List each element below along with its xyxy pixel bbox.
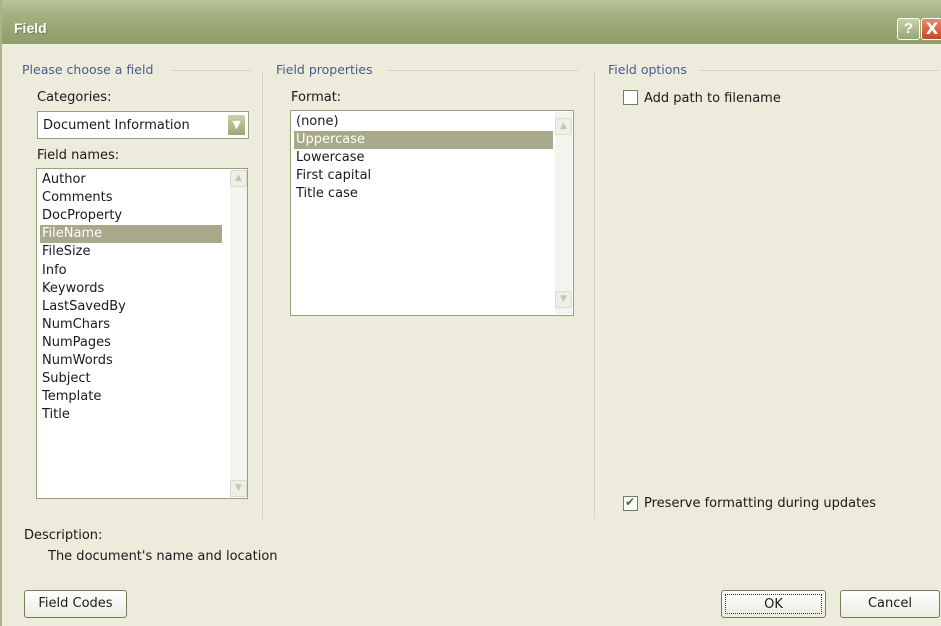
list-item[interactable]: Author bbox=[40, 171, 222, 189]
scrollbar[interactable]: ▲ ▼ bbox=[230, 170, 247, 497]
scroll-up-icon[interactable]: ▲ bbox=[555, 118, 572, 135]
list-item[interactable]: Title case bbox=[294, 185, 553, 203]
field-dialog: Field ? X Please choose a field Categori… bbox=[0, 0, 941, 626]
scroll-up-icon[interactable]: ▲ bbox=[230, 170, 247, 187]
list-item[interactable]: Keywords bbox=[40, 280, 222, 298]
scroll-down-icon[interactable]: ▼ bbox=[555, 291, 572, 308]
list-item[interactable]: LastSavedBy bbox=[40, 298, 222, 316]
list-item[interactable]: FileSize bbox=[40, 243, 222, 261]
field-codes-button[interactable]: Field Codes bbox=[24, 590, 127, 618]
field-options-group-title: Field options bbox=[608, 62, 687, 77]
cancel-button[interactable]: Cancel bbox=[840, 590, 940, 618]
field-names-label: Field names: bbox=[37, 148, 120, 163]
format-label: Format: bbox=[291, 90, 342, 105]
field-properties-group-title: Field properties bbox=[276, 62, 373, 77]
list-item[interactable]: (none) bbox=[294, 113, 553, 131]
format-list[interactable]: ▲ ▼ (none) Uppercase Lowercase First capita… bbox=[290, 110, 574, 316]
list-item[interactable]: FileName bbox=[40, 225, 222, 244]
list-item[interactable]: NumChars bbox=[40, 316, 222, 334]
list-item[interactable]: Info bbox=[40, 262, 222, 280]
list-item[interactable]: First capital bbox=[294, 167, 553, 185]
scrollbar[interactable]: ▲ ▼ bbox=[555, 112, 572, 314]
list-item[interactable]: Title bbox=[40, 406, 222, 424]
list-item[interactable]: Comments bbox=[40, 189, 222, 207]
group-separator bbox=[262, 72, 263, 519]
group-separator bbox=[594, 72, 595, 519]
list-item[interactable]: Lowercase bbox=[294, 149, 553, 167]
list-item[interactable]: NumWords bbox=[40, 352, 222, 370]
group-divider bbox=[700, 70, 938, 71]
description-label: Description: bbox=[24, 528, 103, 543]
list-item[interactable]: Subject bbox=[40, 370, 222, 388]
title-bar[interactable]: Field ? X bbox=[2, 0, 941, 44]
categories-value: Document Information bbox=[43, 118, 190, 133]
field-names-list[interactable]: ▲ ▼ Author Comments DocProperty FileName Fil… bbox=[36, 168, 248, 499]
list-item[interactable]: NumPages bbox=[40, 334, 222, 352]
list-item[interactable]: Uppercase bbox=[294, 131, 553, 150]
list-item[interactable]: DocProperty bbox=[40, 207, 222, 225]
close-button[interactable]: X bbox=[921, 18, 941, 40]
scroll-down-icon[interactable]: ▼ bbox=[230, 480, 247, 497]
preserve-formatting-checkbox[interactable] bbox=[623, 495, 638, 511]
preserve-formatting-label[interactable]: Preserve formatting during updates bbox=[644, 496, 876, 511]
ok-button-label: OK bbox=[725, 594, 822, 614]
description-text: The document's name and location bbox=[48, 549, 278, 564]
group-divider bbox=[388, 70, 578, 71]
categories-label: Categories: bbox=[37, 90, 112, 105]
group-divider bbox=[171, 70, 251, 71]
ok-button[interactable]: OK bbox=[721, 590, 826, 618]
choose-field-group-title: Please choose a field bbox=[22, 62, 154, 77]
categories-dropdown[interactable]: Document Information ▼ bbox=[37, 111, 249, 139]
add-path-checkbox[interactable] bbox=[623, 90, 638, 105]
dialog-title: Field bbox=[14, 20, 47, 36]
list-item[interactable]: Template bbox=[40, 388, 222, 406]
chevron-down-icon[interactable]: ▼ bbox=[227, 114, 246, 136]
help-button[interactable]: ? bbox=[897, 18, 920, 40]
add-path-label[interactable]: Add path to filename bbox=[644, 91, 781, 106]
